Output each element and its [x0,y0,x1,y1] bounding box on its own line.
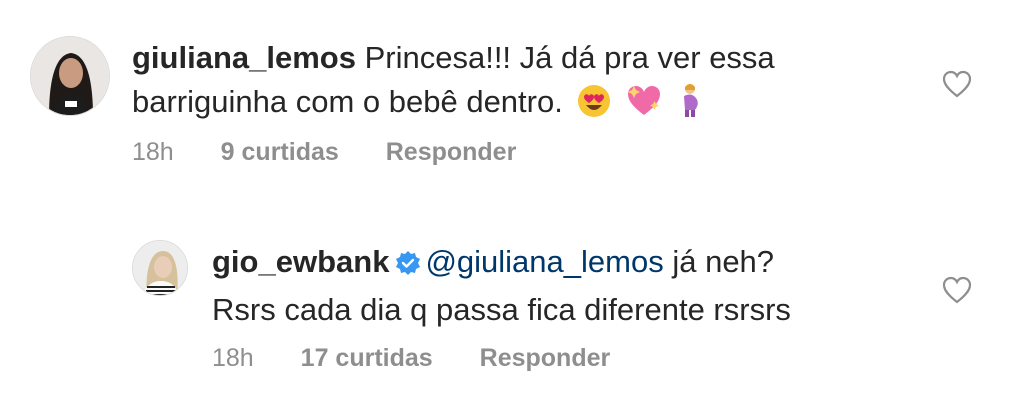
verified-badge-icon [395,244,421,288]
reply-button[interactable]: Responder [480,344,611,372]
sparkling-heart-emoji [626,84,662,130]
comment-text-line1: já neh? [663,244,775,279]
reply-button[interactable]: Responder [386,138,517,166]
likes-count[interactable]: 17 curtidas [301,344,433,372]
comment-body: giuliana_lemos Princesa!!! Já dá pra ver… [132,36,892,130]
comment-text: giuliana_lemos Princesa!!! Já dá pra ver… [132,36,892,130]
avatar[interactable] [30,36,110,116]
username[interactable]: gio_ewbank [212,244,389,279]
likes-count[interactable]: 9 curtidas [221,138,339,166]
like-heart-icon[interactable] [942,276,972,309]
avatar[interactable] [132,240,188,296]
comment-meta: 18h 17 curtidas Responder [212,344,650,373]
comments-thread: giuliana_lemos Princesa!!! Já dá pra ver… [0,0,1024,420]
like-heart-icon[interactable] [942,70,972,103]
comment-text-line1: Princesa!!! Já dá pra ver essa [364,40,775,75]
comment-text-line2: barriguinha com o bebê dentro. [132,84,563,119]
comment-time: 18h [132,138,174,166]
comment-text: gio_ewbank @giuliana_lemos já neh? Rsrs … [212,240,912,332]
comment-body: gio_ewbank @giuliana_lemos já neh? Rsrs … [212,240,912,332]
mention-link[interactable]: @giuliana_lemos [425,244,663,279]
heart-eyes-emoji [577,84,611,130]
comment-text-line2: Rsrs cada dia q passa fica diferente rsr… [212,292,791,327]
username[interactable]: giuliana_lemos [132,40,356,75]
comment-time: 18h [212,344,254,372]
pregnant-woman-emoji [677,82,703,130]
comment-meta: 18h 9 curtidas Responder [132,138,556,167]
